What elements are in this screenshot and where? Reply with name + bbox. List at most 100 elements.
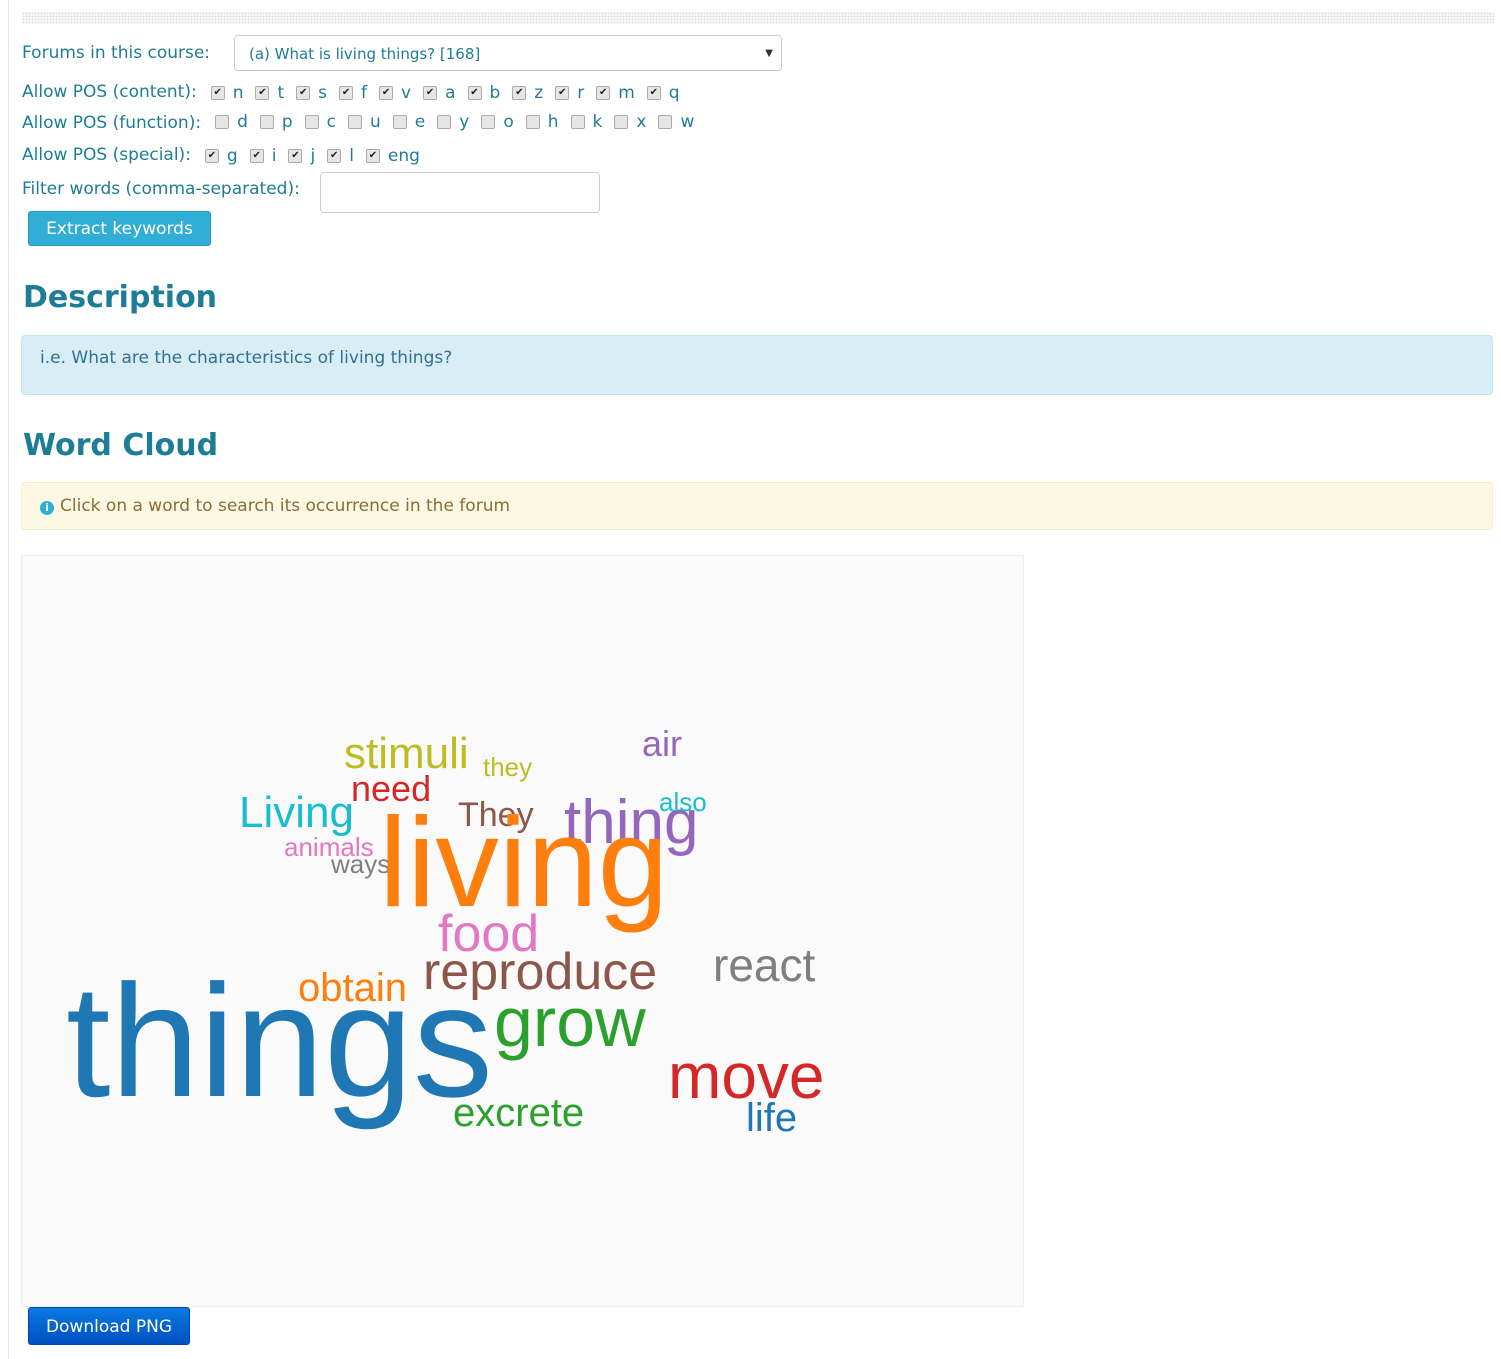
pos-content-row: Allow POS (content): ✔ n ✔ t ✔ s ✔ f ✔ v ✔ a ✔ b ✔ z ✔ r ✔ m… bbox=[22, 80, 692, 104]
checkbox-unchecked[interactable] bbox=[614, 115, 629, 129]
pos-checkbox-z[interactable]: ✔ z bbox=[512, 83, 543, 103]
pos-tag-label: q bbox=[668, 83, 680, 103]
pos-tag-label: x bbox=[636, 112, 647, 132]
checkbox-unchecked[interactable] bbox=[304, 115, 319, 129]
pos-tag-label: n bbox=[232, 83, 244, 103]
pos-checkbox-r[interactable]: ✔ r bbox=[555, 83, 584, 103]
checkbox-checked[interactable]: ✔ bbox=[646, 86, 661, 100]
pos-checkbox-d[interactable]: d bbox=[215, 112, 248, 132]
pos-tag-label: u bbox=[370, 112, 381, 132]
checkbox-unchecked[interactable] bbox=[215, 115, 230, 129]
forum-select[interactable]: (a) What is living things? [168] ▼ bbox=[234, 35, 782, 71]
pos-tag-label: m bbox=[618, 83, 635, 103]
description-text: i.e. What are the characteristics of liv… bbox=[40, 348, 453, 368]
pos-checkbox-u[interactable]: u bbox=[348, 112, 381, 132]
checkbox-checked[interactable]: ✔ bbox=[596, 86, 611, 100]
word-life[interactable]: life bbox=[746, 1096, 797, 1140]
pos-checkbox-s[interactable]: ✔ s bbox=[296, 83, 327, 103]
pos-tag-label: t bbox=[277, 83, 285, 103]
checkbox-unchecked[interactable] bbox=[259, 115, 274, 129]
download-png-button[interactable]: Download PNG bbox=[28, 1307, 190, 1345]
info-icon: i bbox=[40, 501, 54, 515]
pos-checkbox-g[interactable]: ✔ g bbox=[204, 146, 238, 166]
checkbox-checked[interactable]: ✔ bbox=[204, 149, 219, 163]
pos-tag-label: d bbox=[237, 112, 248, 132]
checkbox-checked[interactable]: ✔ bbox=[365, 149, 380, 163]
chevron-down-icon: ▼ bbox=[765, 48, 773, 59]
pos-checkbox-i[interactable]: ✔ i bbox=[249, 146, 276, 166]
word-air[interactable]: air bbox=[642, 723, 682, 764]
checkbox-unchecked[interactable] bbox=[525, 115, 540, 129]
pos-checkbox-w[interactable]: w bbox=[658, 112, 694, 132]
pos-tag-label: r bbox=[577, 83, 585, 103]
word-excrete[interactable]: excrete bbox=[453, 1091, 584, 1135]
pos-checkbox-l[interactable]: ✔ l bbox=[327, 146, 354, 166]
pos-tag-label: y bbox=[459, 112, 470, 132]
word-they[interactable]: they bbox=[483, 752, 532, 782]
word-Living[interactable]: Living bbox=[239, 788, 354, 837]
pos-tag-label: c bbox=[326, 112, 337, 132]
pos-tag-label: k bbox=[592, 112, 603, 132]
checkbox-checked[interactable]: ✔ bbox=[467, 86, 482, 100]
checkbox-checked[interactable]: ✔ bbox=[379, 86, 394, 100]
forums-row: Forums in this course: bbox=[22, 43, 210, 63]
checkbox-checked[interactable]: ✔ bbox=[249, 149, 264, 163]
pos-checkbox-h[interactable]: h bbox=[525, 112, 559, 132]
pos-tag-label: j bbox=[310, 146, 316, 166]
word-react[interactable]: react bbox=[713, 939, 815, 991]
pos-checkbox-b[interactable]: ✔ b bbox=[467, 83, 501, 103]
pos-checkbox-o[interactable]: o bbox=[481, 112, 514, 132]
word-grow[interactable]: grow bbox=[494, 983, 646, 1061]
checkbox-unchecked[interactable] bbox=[570, 115, 585, 129]
pos-checkbox-y[interactable]: y bbox=[437, 112, 469, 132]
pos-checkbox-c[interactable]: c bbox=[304, 112, 337, 132]
checkbox-unchecked[interactable] bbox=[437, 115, 452, 129]
pos-special-row: Allow POS (special): ✔ g ✔ i ✔ j ✔ l ✔ eng bbox=[22, 143, 432, 167]
checkbox-unchecked[interactable] bbox=[348, 115, 363, 129]
pos-checkbox-n[interactable]: ✔ n bbox=[210, 83, 244, 103]
word-things[interactable]: things bbox=[66, 951, 493, 1130]
filter-words-input[interactable] bbox=[320, 172, 600, 213]
hint-box: i Click on a word to search its occurrenc… bbox=[21, 482, 1493, 530]
checkbox-unchecked[interactable] bbox=[392, 115, 407, 129]
pos-content-label: Allow POS (content): bbox=[22, 81, 197, 102]
pos-tag-label: g bbox=[226, 146, 238, 166]
checkbox-checked[interactable]: ✔ bbox=[255, 86, 270, 100]
checkbox-checked[interactable]: ✔ bbox=[512, 86, 527, 100]
filter-label: Filter words (comma-separated): bbox=[22, 179, 300, 199]
page-border bbox=[8, 0, 9, 1359]
pos-tag-label: eng bbox=[387, 146, 420, 166]
pos-tag-label: b bbox=[489, 83, 501, 103]
pos-checkbox-eng[interactable]: ✔ eng bbox=[365, 146, 420, 166]
description-heading: Description bbox=[23, 280, 218, 315]
pos-tag-label: p bbox=[281, 112, 293, 132]
pos-checkbox-e[interactable]: e bbox=[392, 112, 426, 132]
pos-checkbox-q[interactable]: ✔ q bbox=[646, 83, 680, 103]
pos-checkbox-f[interactable]: ✔ f bbox=[339, 83, 367, 103]
word-cloud-heading: Word Cloud bbox=[23, 428, 219, 463]
checkbox-checked[interactable]: ✔ bbox=[210, 86, 225, 100]
pos-checkbox-a[interactable]: ✔ a bbox=[423, 83, 456, 103]
checkbox-checked[interactable]: ✔ bbox=[296, 86, 311, 100]
checkbox-checked[interactable]: ✔ bbox=[423, 86, 438, 100]
word-cloud-svg: stimuli theyairneedLiving They thingalsoani… bbox=[66, 723, 825, 1140]
checkbox-unchecked[interactable] bbox=[658, 115, 673, 129]
pos-checkbox-x[interactable]: x bbox=[614, 112, 646, 132]
checkbox-checked[interactable]: ✔ bbox=[288, 149, 303, 163]
pos-checkbox-v[interactable]: ✔ v bbox=[379, 83, 411, 103]
pos-checkbox-p[interactable]: p bbox=[259, 112, 293, 132]
extract-keywords-button[interactable]: Extract keywords bbox=[28, 211, 211, 246]
forums-label: Forums in this course: bbox=[22, 43, 211, 63]
checkbox-checked[interactable]: ✔ bbox=[327, 149, 342, 163]
pos-checkbox-t[interactable]: ✔ t bbox=[255, 83, 284, 103]
pos-checkbox-j[interactable]: ✔ j bbox=[288, 146, 315, 166]
checkbox-checked[interactable]: ✔ bbox=[339, 86, 354, 100]
filter-row: Filter words (comma-separated): bbox=[22, 179, 300, 199]
pos-function-label: Allow POS (function): bbox=[22, 113, 202, 133]
pos-checkbox-m[interactable]: ✔ m bbox=[596, 83, 635, 103]
pos-checkbox-k[interactable]: k bbox=[570, 112, 603, 132]
checkbox-unchecked[interactable] bbox=[481, 115, 496, 129]
checkbox-checked[interactable]: ✔ bbox=[555, 86, 570, 100]
pos-tag-label: e bbox=[414, 112, 426, 132]
pos-tag-label: s bbox=[318, 83, 328, 103]
